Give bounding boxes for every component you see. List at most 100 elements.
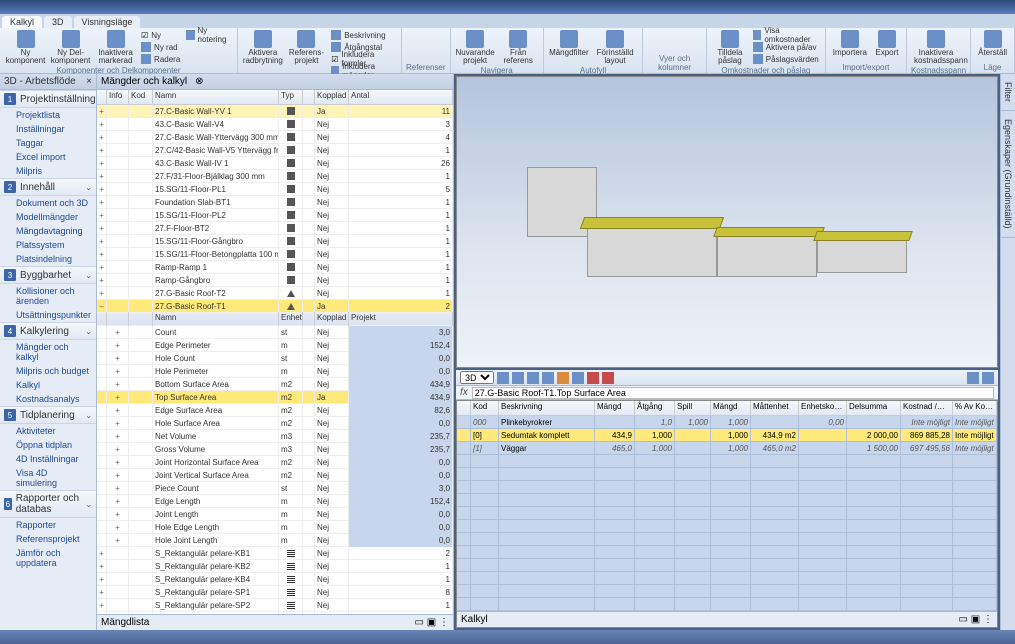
ribbon-btn[interactable]: Export [872,29,902,58]
side-section-header[interactable]: 5Tidplanering⌄ [0,406,96,424]
grid-qty-row[interactable]: +Hole CountstNej0,0 [97,352,453,365]
grid-row[interactable]: +43.C-Basic Wall-IV 1Nej26 [97,157,453,170]
cost-row[interactable]: [1]Väggar465,01,0001,000465,0 m21 500,00… [457,442,997,455]
ribbon-btn[interactable]: Tilldela påslag [711,29,749,66]
tool-zoom-icon[interactable] [542,372,554,384]
grid-row[interactable]: +42.D-Ytterdörr m fönster - rektangulärt… [97,612,453,614]
grid-row[interactable]: +27.F/31-Floor-Bjälklag 300 mmNej1 [97,170,453,183]
side-item[interactable]: Inställningar [0,122,96,136]
mid-tab[interactable]: Mängder och kalkyl [101,76,187,87]
grid-qty-row[interactable]: +Joint Vertical Surface Aream2Nej0,0 [97,469,453,482]
grid-row[interactable]: +27.C-Basic Wall-Yttervägg 300 mmNej4 [97,131,453,144]
side-item[interactable]: Utsättningspunkter [0,308,96,322]
tool-select-icon[interactable] [497,372,509,384]
grid-row[interactable]: +S_Rektangulär pelare-KB1Nej2 [97,547,453,560]
grid-qty-row[interactable]: +Hole Edge LengthmNej0,0 [97,521,453,534]
side-item[interactable]: Taggar [0,136,96,150]
ribbon-small-btn[interactable]: Radera [139,53,182,65]
grid-qty-row[interactable]: +Bottom Surface Aream2Nej434,9 [97,378,453,391]
cost-grid[interactable]: KodBeskrivningMängdÅtgångSpillMängdMåtte… [456,400,998,628]
grid-qty-row[interactable]: +Edge Surface Aream2Nej82,6 [97,404,453,417]
tool-pan-icon[interactable] [512,372,524,384]
cost-row[interactable]: 000Plinkebyrokrer1,01,0001,0000,00Inte m… [457,416,997,429]
side-section-header[interactable]: 1Projektinställningar⌄ [0,90,96,108]
tool-orbit-icon[interactable] [527,372,539,384]
side-item[interactable]: Dokument och 3D [0,196,96,210]
footer-icons[interactable]: ▭ ▣ ⋮ [415,617,449,628]
side-item[interactable]: Excel import [0,150,96,164]
ribbon-btn[interactable]: Nuvarande projekt [455,29,496,66]
side-item[interactable]: Mängdavtagning [0,224,96,238]
ribbon-small-btn[interactable]: Visa omkostnader [751,29,821,41]
grid-qty-row[interactable]: +Hole PerimetermNej0,0 [97,365,453,378]
cost-row[interactable]: [0]Sedumtak komplett434,91,0001,000434,9… [457,429,997,442]
side-item[interactable]: Rapporter [0,518,96,532]
ribbon-btn[interactable]: Förinställd layout [592,29,638,66]
grid-qty-row[interactable]: +Hole Surface Aream2Nej0,0 [97,417,453,430]
grid-qty-row[interactable]: +Joint LengthmNej0,0 [97,508,453,521]
grid-row[interactable]: +15.SG/11-Floor-GångbroNej1 [97,235,453,248]
side-section-header[interactable]: 2Innehåll⌄ [0,178,96,196]
side-item[interactable]: Platsindelning [0,252,96,266]
ribbon-btn[interactable]: Inaktivera markerad [94,29,137,66]
side-item[interactable]: Referensprojekt [0,532,96,546]
grid-row[interactable]: +Ramp-GångbroNej1 [97,274,453,287]
grid-qty-row[interactable]: +Piece CountstNej3,0 [97,482,453,495]
ribbon-btn[interactable]: Mängdfilter [548,29,590,58]
side-item[interactable]: 4D Inställningar [0,452,96,466]
3d-viewport[interactable] [456,76,998,368]
grid-row[interactable]: +15.SG/11-Floor-PL2Nej1 [97,209,453,222]
grid-qty-row[interactable]: +CountstNej3,0 [97,326,453,339]
grid-row[interactable]: +Ramp-Ramp 1Nej1 [97,261,453,274]
grid-row[interactable]: +S_Rektangulär pelare-SP2Nej1 [97,599,453,612]
grid-row[interactable]: +15.SG/11-Floor-Betongplatta 100 mmNej1 [97,248,453,261]
ribbon-btn[interactable]: Återställ [975,29,1010,58]
tool-section-icon[interactable] [572,372,584,384]
grid-qty-row[interactable]: +Joint Horizontal Surface Aream2Nej0,0 [97,456,453,469]
view-mode-select[interactable]: 3D [460,371,494,384]
side-item[interactable]: Milpris [0,164,96,178]
grid-row[interactable]: +27.C-Basic Wall-YV 1Ja11 [97,105,453,118]
grid-qty-row[interactable]: +Hole Joint LengthmNej0,0 [97,534,453,547]
ribbon-btn[interactable]: Ny Del-komponent [49,29,92,66]
side-item[interactable]: Projektlista [0,108,96,122]
side-item[interactable]: Visa 4D simulering [0,466,96,490]
mid-tab-close-icon[interactable]: ⊗ [195,76,203,87]
rside-properties[interactable]: Egenskaper (Grundinställd) [1001,111,1015,238]
footer-icons[interactable]: ▭ ▣ ⋮ [959,614,993,625]
side-item[interactable]: Milpris och budget [0,364,96,378]
grid-qty-row[interactable]: +Net Volumem3Nej235,7 [97,430,453,443]
grid-row[interactable]: +Foundation Slab-BT1Nej1 [97,196,453,209]
grid-row[interactable]: +27.C/42-Basic Wall-V5 Yttervägg framsid… [97,144,453,157]
grid-qty-row[interactable]: +Top Surface Aream2Ja434,9 [97,391,453,404]
tab-3d[interactable]: 3D [44,16,72,28]
side-item[interactable]: Kollisioner och ärenden [0,284,96,308]
tab-kalkyl[interactable]: Kalkyl [2,16,42,28]
grid-row[interactable]: +S_Rektangulär pelare-KB4Nej1 [97,573,453,586]
side-item[interactable]: Modellmängder [0,210,96,224]
formula-input[interactable] [472,387,994,399]
side-item[interactable]: Jämför och uppdatera [0,546,96,570]
grid-row[interactable]: +15.SG/11-Floor-PL1Nej5 [97,183,453,196]
ribbon-small-btn[interactable]: Ny notering [184,29,233,41]
side-item[interactable]: Aktiviteter [0,424,96,438]
tool-settings-icon[interactable] [602,372,614,384]
ribbon-btn[interactable]: Från referens [498,29,539,66]
tool-max-icon[interactable] [982,372,994,384]
side-item[interactable]: Mängder och kalkyl [0,340,96,364]
ribbon-btn[interactable]: Ny komponent [4,29,47,66]
grid-qty-row[interactable]: +Gross Volumem3Nej235,7 [97,443,453,456]
ribbon-small-btn[interactable]: Beskrivning [329,29,397,41]
quantity-grid[interactable]: InfoKodNamnTypKoppladAntal+27.C-Basic Wa… [97,90,453,614]
side-item[interactable]: Kostnadsanalys [0,392,96,406]
ribbon-small-btn[interactable]: ☑Ny [139,29,182,41]
grid-qty-row[interactable]: +Edge LengthmNej152,4 [97,495,453,508]
side-section-header[interactable]: 4Kalkylering⌄ [0,322,96,340]
ribbon-btn[interactable]: Importera [830,29,870,58]
grid-row[interactable]: +27.F-Floor-BT2Nej1 [97,222,453,235]
tab-visningslage[interactable]: Visningsläge [74,16,141,28]
tool-measure-icon[interactable] [557,372,569,384]
tool-markup-icon[interactable] [587,372,599,384]
side-item[interactable]: Öppna tidplan [0,438,96,452]
side-item[interactable]: Kalkyl [0,378,96,392]
